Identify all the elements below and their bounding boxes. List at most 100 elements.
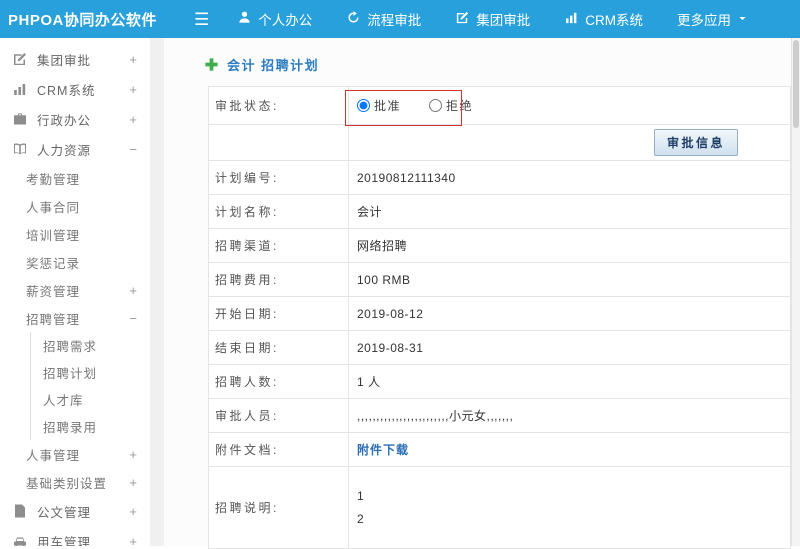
field-value: 1 2 xyxy=(357,488,365,526)
attachment-download-link[interactable]: 附件下载 xyxy=(357,441,409,458)
sidebar-item-admin-office[interactable]: 行政办公 + xyxy=(0,104,150,134)
nav-process-approval[interactable]: 流程审批 xyxy=(346,9,421,29)
bar-chart-icon xyxy=(564,10,579,28)
approval-info-button[interactable]: 审批信息 xyxy=(653,129,738,156)
field-row-recruit-cost: 招聘费用: 100 RMB xyxy=(209,263,790,297)
nav-group-approval[interactable]: 集团审批 xyxy=(455,9,530,29)
field-row-approvers: 审批人员: ,,,,,,,,,,,,,,,,,,,,,,,,小元女,,,,,,, xyxy=(209,399,790,433)
briefcase-icon xyxy=(12,111,28,127)
sidebar-item-hr-contract[interactable]: 人事合同 xyxy=(0,192,150,220)
sidebar-item-salary[interactable]: 薪资管理 + xyxy=(0,276,150,304)
main-content: 会计 招聘计划 审批状态: 批准 拒绝 审批信息 计划编号: 201908121… xyxy=(164,38,791,549)
sidebar-item-talent-pool[interactable]: 人才库 xyxy=(30,386,150,413)
field-label: 招聘费用: xyxy=(209,263,349,296)
menu-toggle-icon[interactable]: ☰ xyxy=(194,11,209,28)
sidebar-item-attendance[interactable]: 考勤管理 xyxy=(0,164,150,192)
approve-radio[interactable] xyxy=(357,99,370,112)
page-title-bar: 会计 招聘计划 xyxy=(164,38,791,86)
field-label: 审批状态: xyxy=(209,87,349,124)
field-row-recruit-description: 招聘说明: 1 2 xyxy=(209,467,790,549)
sidebar-item-training[interactable]: 培训管理 xyxy=(0,220,150,248)
nav-crm-system[interactable]: CRM系统 xyxy=(564,9,643,29)
field-row-plan-number: 计划编号: 20190812111340 xyxy=(209,161,790,195)
nav-label: CRM系统 xyxy=(585,13,643,28)
car-icon xyxy=(12,533,28,546)
nav-personal-office[interactable]: 个人办公 xyxy=(237,9,312,29)
nav-label: 流程审批 xyxy=(367,13,422,28)
field-label: 计划编号: xyxy=(209,161,349,194)
collapse-icon[interactable]: − xyxy=(129,311,150,326)
field-value: 网络招聘 xyxy=(357,239,408,253)
field-row-recruit-channel: 招聘渠道: 网络招聘 xyxy=(209,229,790,263)
field-label: 计划名称: xyxy=(209,195,349,228)
field-label: 开始日期: xyxy=(209,297,349,330)
reject-option[interactable]: 拒绝 xyxy=(429,97,473,114)
expand-icon[interactable]: + xyxy=(129,475,150,490)
field-value: 20190812111340 xyxy=(357,170,456,185)
green-plus-icon xyxy=(204,57,219,72)
approval-status-row: 审批状态: 批准 拒绝 xyxy=(209,87,790,126)
approve-option[interactable]: 批准 xyxy=(357,97,401,114)
expand-icon[interactable]: + xyxy=(129,52,150,67)
expand-icon[interactable]: + xyxy=(129,534,150,547)
approve-label: 批准 xyxy=(374,99,402,113)
button-cell: 审批信息 xyxy=(349,125,790,160)
sidebar-item-recruitment[interactable]: 招聘管理 − xyxy=(0,304,150,332)
expand-icon[interactable]: + xyxy=(129,82,150,97)
field-value: ,,,,,,,,,,,,,,,,,,,,,,,,小元女,,,,,,, xyxy=(357,409,514,423)
sidebar-item-personnel-mgmt[interactable]: 人事管理 + xyxy=(0,440,150,468)
nav-label: 更多应用 xyxy=(677,13,731,28)
cycle-icon xyxy=(346,10,361,28)
nav-label: 个人办公 xyxy=(258,13,313,28)
reject-radio[interactable] xyxy=(429,99,443,112)
field-label: 附件文档: xyxy=(209,433,349,466)
reject-label: 拒绝 xyxy=(446,99,474,113)
bar-chart-icon xyxy=(12,81,28,97)
person-icon xyxy=(237,10,252,28)
recruit-plan-detail-table: 审批状态: 批准 拒绝 审批信息 计划编号: 20190812111340 计划… xyxy=(208,86,791,549)
sidebar-item-recruit-plan[interactable]: 招聘计划 xyxy=(30,359,150,386)
sidebar-item-documents[interactable]: 公文管理 + xyxy=(0,496,150,526)
app-logo: PHPOA协同办公软件 xyxy=(8,11,157,29)
sidebar-item-recruit-demand[interactable]: 招聘需求 xyxy=(30,332,150,359)
field-row-start-date: 开始日期: 2019-08-12 xyxy=(209,297,790,331)
empty-label-cell xyxy=(209,125,349,160)
sidebar-item-crm[interactable]: CRM系统 + xyxy=(0,74,150,104)
field-row-headcount: 招聘人数: 1 人 xyxy=(209,365,790,399)
field-label: 招聘人数: xyxy=(209,365,349,398)
field-value: 会计 xyxy=(357,205,383,219)
field-value: 2019-08-31 xyxy=(357,340,424,355)
field-label: 招聘渠道: xyxy=(209,229,349,262)
field-label: 招聘说明: xyxy=(209,467,349,548)
vertical-scrollbar[interactable] xyxy=(791,38,800,546)
page-title: 会计 招聘计划 xyxy=(227,58,320,73)
nav-label: 集团审批 xyxy=(476,13,531,28)
sidebar-content-divider xyxy=(150,38,164,546)
field-label: 审批人员: xyxy=(209,399,349,432)
sidebar-item-group-approval[interactable]: 集团审批 + xyxy=(0,44,150,74)
field-row-attachment: 附件文档: 附件下载 xyxy=(209,433,790,467)
collapse-icon[interactable]: − xyxy=(129,142,150,157)
expand-icon[interactable]: + xyxy=(129,283,150,298)
nav-more-apps[interactable]: 更多应用 xyxy=(677,9,748,29)
sidebar-item-rewards[interactable]: 奖惩记录 xyxy=(0,248,150,276)
edit-square-icon xyxy=(455,10,470,28)
expand-icon[interactable]: + xyxy=(129,504,150,519)
expand-icon[interactable]: + xyxy=(129,447,150,462)
sidebar-item-vehicle[interactable]: 用车管理 + xyxy=(0,526,150,546)
sidebar-item-human-resources[interactable]: 人力资源 − xyxy=(0,134,150,164)
approval-status-options: 批准 拒绝 xyxy=(349,87,790,124)
sidebar-item-recruit-hire[interactable]: 招聘录用 xyxy=(30,413,150,440)
sidebar-item-base-category[interactable]: 基础类别设置 + xyxy=(0,468,150,496)
field-row-plan-name: 计划名称: 会计 xyxy=(209,195,790,229)
field-value: 100 RMB xyxy=(357,272,411,287)
scrollbar-thumb[interactable] xyxy=(793,40,799,128)
document-icon xyxy=(12,503,28,519)
field-value: 1 人 xyxy=(357,375,381,389)
sidebar: 集团审批 + CRM系统 + 行政办公 + 人力资源 − 考勤管理 人事合同 培… xyxy=(0,38,150,546)
field-value: 2019-08-12 xyxy=(357,306,424,321)
edit-square-icon xyxy=(12,51,28,67)
approval-info-row: 审批信息 xyxy=(209,125,790,161)
book-icon xyxy=(12,141,28,157)
expand-icon[interactable]: + xyxy=(129,112,150,127)
